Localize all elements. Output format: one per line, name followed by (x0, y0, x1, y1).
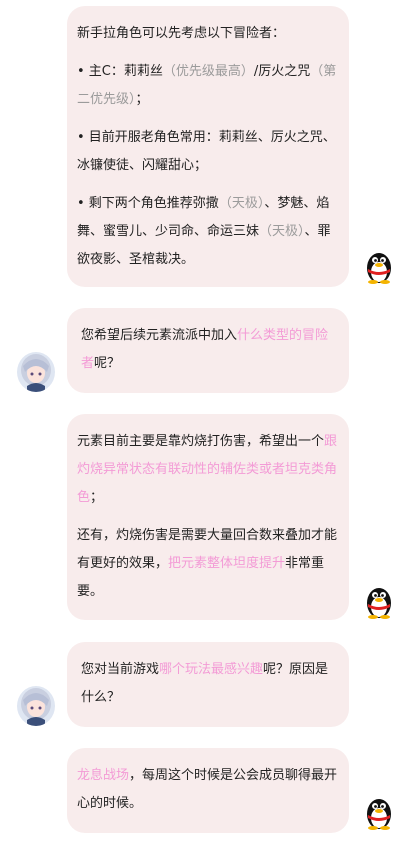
anime-girl-avatar-icon (17, 352, 55, 392)
message-paragraph: • 剩下两个角色推荐弥撒（天极）、梦魅、焰舞、蜜雪儿、少司命、命运三妹（天极）、… (77, 190, 339, 274)
note-text: （天极） (259, 224, 305, 239)
message-text: 您对当前游戏 (81, 662, 160, 677)
message-text: • 目前开服老角色常用：莉莉丝、厉火之咒、冰镰使徒、闪耀甜心； (77, 130, 336, 173)
chat-bubble-5: 龙息战场，每周这个时候是公会成员聊得最开心的时候。 (67, 748, 349, 833)
highlight-text: 把元素整体坦度提升 (168, 556, 286, 571)
qq-penguin-icon (367, 588, 391, 619)
message-text: 元素目前主要是靠灼烧打伤害，希望出一个 (77, 434, 325, 449)
message-text: 您希望后续元素流派中加入 (81, 328, 238, 343)
message-text: /厉火之咒 (253, 64, 311, 79)
anime-girl-avatar-icon (17, 686, 55, 726)
note-text: （天极） (218, 196, 265, 211)
message-paragraph: 龙息战场，每周这个时候是公会成员聊得最开心的时候。 (77, 762, 339, 818)
message-paragraph: • 主C：莉莉丝（优先级最高）/厉火之咒（第二优先级）； (77, 58, 339, 114)
message-text: ； (135, 92, 149, 107)
message-text: ； (90, 490, 104, 505)
message-paragraph: 元素目前主要是靠灼烧打伤害，希望出一个跟灼烧异常状态有联动性的辅佐类或者坦克类角… (77, 428, 339, 512)
highlight-text: 哪个玩法最感兴趣 (159, 662, 264, 677)
message-paragraph: 您对当前游戏哪个玩法最感兴趣呢？原因是什么？ (81, 656, 339, 712)
user-avatar (17, 352, 55, 392)
message-text: 新手拉角色可以先考虑以下冒险者： (77, 26, 286, 41)
message-paragraph: 新手拉角色可以先考虑以下冒险者： (77, 20, 339, 48)
qq-penguin-icon (367, 253, 391, 284)
chat-bubble-3: 元素目前主要是靠灼烧打伤害，希望出一个跟灼烧异常状态有联动性的辅佐类或者坦克类角… (67, 414, 349, 620)
message-text: • 剩下两个角色推荐弥撒 (77, 196, 219, 211)
message-text: • 主C：莉莉丝 (77, 64, 163, 79)
chat-bubble-4: 您对当前游戏哪个玩法最感兴趣呢？原因是什么？ (67, 642, 349, 727)
message-paragraph: 您希望后续元素流派中加入什么类型的冒险者呢？ (81, 322, 339, 378)
message-text: 呢？ (94, 356, 121, 371)
chat-bubble-1: 新手拉角色可以先考虑以下冒险者： • 主C：莉莉丝（优先级最高）/厉火之咒（第二优… (67, 6, 349, 287)
message-paragraph: • 目前开服老角色常用：莉莉丝、厉火之咒、冰镰使徒、闪耀甜心； (77, 124, 339, 180)
highlight-text: 龙息战场 (77, 768, 130, 783)
user-avatar (17, 686, 55, 726)
note-text: （优先级最高） (162, 64, 254, 79)
message-paragraph: 还有，灼烧伤害是需要大量回合数来叠加才能有更好的效果，把元素整体坦度提升非常重要… (77, 522, 339, 606)
chat-bubble-2: 您希望后续元素流派中加入什么类型的冒险者呢？ (67, 308, 349, 393)
qq-penguin-icon (367, 799, 391, 830)
